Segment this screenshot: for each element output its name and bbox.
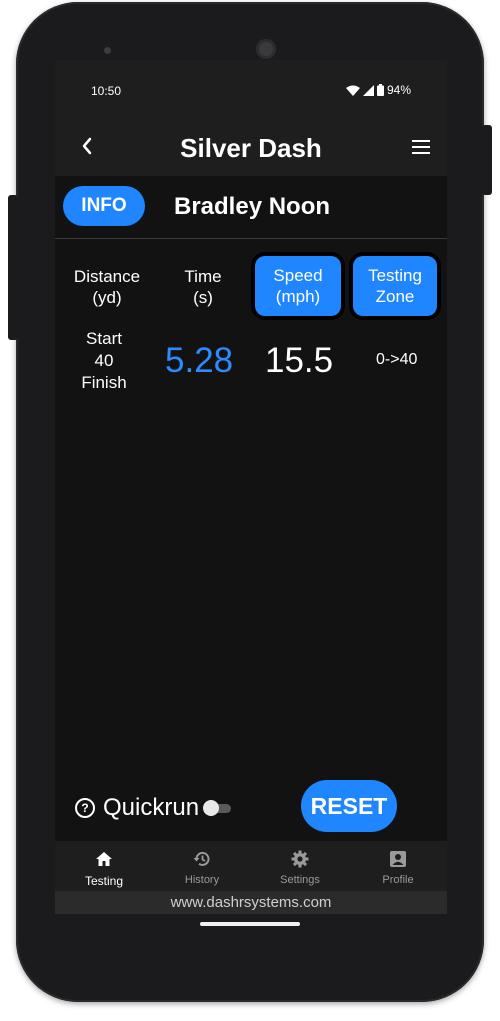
gear-icon [291, 850, 309, 868]
zone-header-label-2: Zone [375, 287, 415, 306]
nav-settings[interactable]: Settings [251, 841, 349, 891]
speed-value: 15.5 [265, 341, 334, 380]
distance-finish: Finish [81, 373, 127, 392]
speed-header-button[interactable]: Speed (mph) [255, 256, 341, 316]
nav-testing[interactable]: Testing [55, 841, 153, 891]
history-icon [193, 851, 210, 866]
speed-header-label: Speed [273, 266, 323, 285]
time-header: Time (s) [163, 266, 243, 308]
bottom-nav: Testing History Settings Profile [55, 841, 447, 891]
distance-start: Start [86, 329, 122, 348]
app-title: Silver Dash [180, 133, 322, 163]
nav-label-testing: Testing [84, 874, 124, 888]
cell-signal-icon [362, 84, 374, 96]
screen: 10:50 94% Silver Dash INFO Bradley Noon [55, 60, 447, 914]
battery-icon [376, 84, 384, 96]
front-camera [256, 39, 276, 59]
athlete-name: Bradley Noon [174, 193, 331, 220]
status-bar: 10:50 94% [55, 60, 447, 118]
quickrun-label: Quickrun [103, 794, 200, 821]
speed-header-unit: (mph) [275, 287, 321, 306]
home-icon [96, 852, 112, 866]
proximity-sensor [104, 47, 111, 54]
status-icons: 94% [345, 83, 411, 97]
athlete-row: INFO Bradley Noon [55, 176, 447, 238]
quickrun-toggle[interactable] [203, 800, 232, 816]
testing-zone-button[interactable]: Testing Zone [353, 256, 437, 316]
wifi-icon [345, 85, 360, 96]
divider [55, 238, 447, 239]
nav-label-history: History [184, 874, 220, 886]
quickrun-control: ? Quickrun [75, 794, 232, 822]
zone-value: 0->40 [376, 351, 418, 368]
profile-icon [390, 851, 406, 867]
battery-percent: 94% [386, 83, 411, 97]
zone-header-label: Testing [368, 266, 422, 285]
status-time: 10:50 [91, 84, 122, 98]
distance-cell: Start 40 Finish [73, 328, 135, 394]
distance-header-unit: (yd) [92, 288, 122, 307]
nav-label-profile: Profile [382, 874, 414, 886]
nav-label-settings: Settings [280, 874, 320, 886]
power-button [482, 125, 492, 195]
nav-profile[interactable]: Profile [349, 841, 447, 891]
time-header-unit: (s) [193, 288, 213, 307]
distance-header-label: Distance [73, 267, 141, 286]
toggle-knob [203, 800, 220, 816]
home-indicator[interactable] [200, 922, 300, 926]
nav-history[interactable]: History [153, 841, 251, 891]
app-bar: Silver Dash [55, 118, 447, 176]
help-icon[interactable]: ? [75, 798, 95, 818]
reset-button[interactable]: RESET [301, 780, 397, 832]
distance-header: Distance (yd) [63, 266, 151, 308]
menu-icon[interactable] [412, 140, 430, 154]
volume-button [8, 195, 18, 340]
time-header-label: Time [184, 267, 222, 286]
distance-value: 40 [94, 351, 114, 370]
time-value: 5.28 [165, 341, 234, 380]
footer-url[interactable]: www.dashrsystems.com [55, 891, 447, 914]
info-button[interactable]: INFO [63, 186, 145, 226]
